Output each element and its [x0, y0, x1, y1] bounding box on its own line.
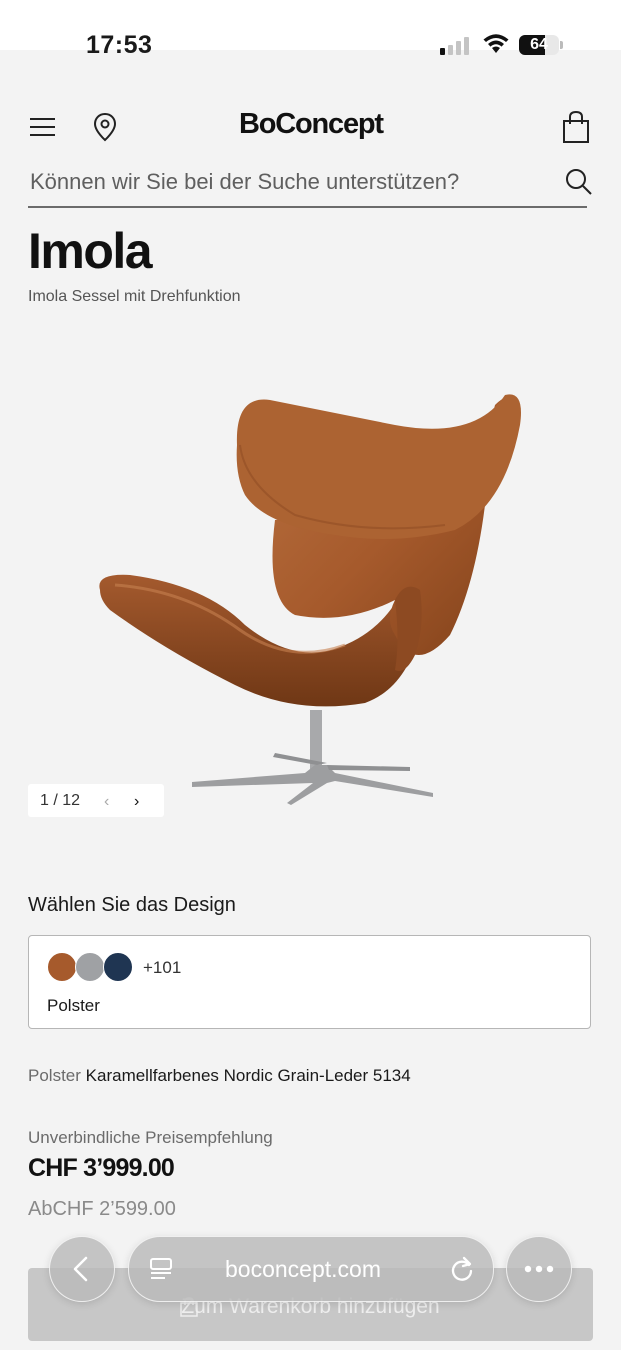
product-subtitle: Imola Sessel mit Drehfunktion — [28, 288, 241, 305]
price-from: AbCHF 2’599.00 — [28, 1198, 176, 1220]
design-option-label: Polster — [47, 996, 100, 1015]
uvp-label: Unverbindliche Preisempfehlung — [28, 1128, 273, 1147]
material-key: Polster — [28, 1066, 81, 1085]
wifi-icon — [483, 34, 509, 53]
status-bar: 17:53 64 — [0, 0, 621, 59]
swatch-caramel-leather — [47, 952, 77, 982]
chevron-left-icon — [73, 1256, 88, 1282]
menu-icon[interactable] — [30, 117, 56, 137]
price: CHF 3’999.00 — [28, 1154, 175, 1182]
search-bar[interactable] — [28, 160, 592, 208]
battery-icon: 64 — [519, 35, 559, 55]
design-heading: Wählen Sie das Design — [28, 894, 236, 916]
battery-cap — [560, 41, 563, 49]
shopping-bag-icon[interactable] — [561, 110, 591, 144]
product-image-chair[interactable] — [95, 385, 535, 815]
browser-url[interactable]: boconcept.com — [225, 1256, 381, 1283]
cellular-signal-icon — [440, 37, 472, 55]
reader-mode-icon[interactable] — [149, 1257, 173, 1281]
chevron-right-icon[interactable]: › — [134, 793, 139, 811]
status-time: 17:53 — [86, 31, 153, 59]
reload-icon[interactable] — [449, 1255, 475, 1283]
browser-back-button[interactable] — [49, 1236, 115, 1302]
browser-more-button[interactable] — [506, 1236, 572, 1302]
more-dots-icon — [524, 1265, 554, 1273]
gallery-pager: 1 / 12 ‹ › — [28, 784, 164, 817]
battery-level: 64 — [530, 36, 548, 53]
search-input[interactable] — [28, 166, 552, 198]
browser-address-bar[interactable]: boconcept.com — [128, 1236, 494, 1302]
material-value: Karamellfarbenes Nordic Grain-Leder 5134 — [85, 1066, 411, 1085]
more-swatches-count: +101 — [143, 958, 182, 977]
product-title: Imola — [28, 223, 153, 279]
brand-logo[interactable]: BoConcept — [239, 108, 384, 141]
gallery-position: 1 / 12 — [40, 792, 81, 809]
location-pin-icon[interactable] — [93, 112, 117, 142]
search-icon[interactable] — [565, 168, 593, 196]
chevron-left-icon[interactable]: ‹ — [104, 793, 109, 811]
selected-material: Polster Karamellfarbenes Nordic Grain-Le… — [28, 1066, 411, 1086]
swatch-grey-fabric — [75, 952, 105, 982]
design-selector[interactable]: +101 Polster — [28, 935, 591, 1029]
swatch-navy-fabric — [103, 952, 133, 982]
